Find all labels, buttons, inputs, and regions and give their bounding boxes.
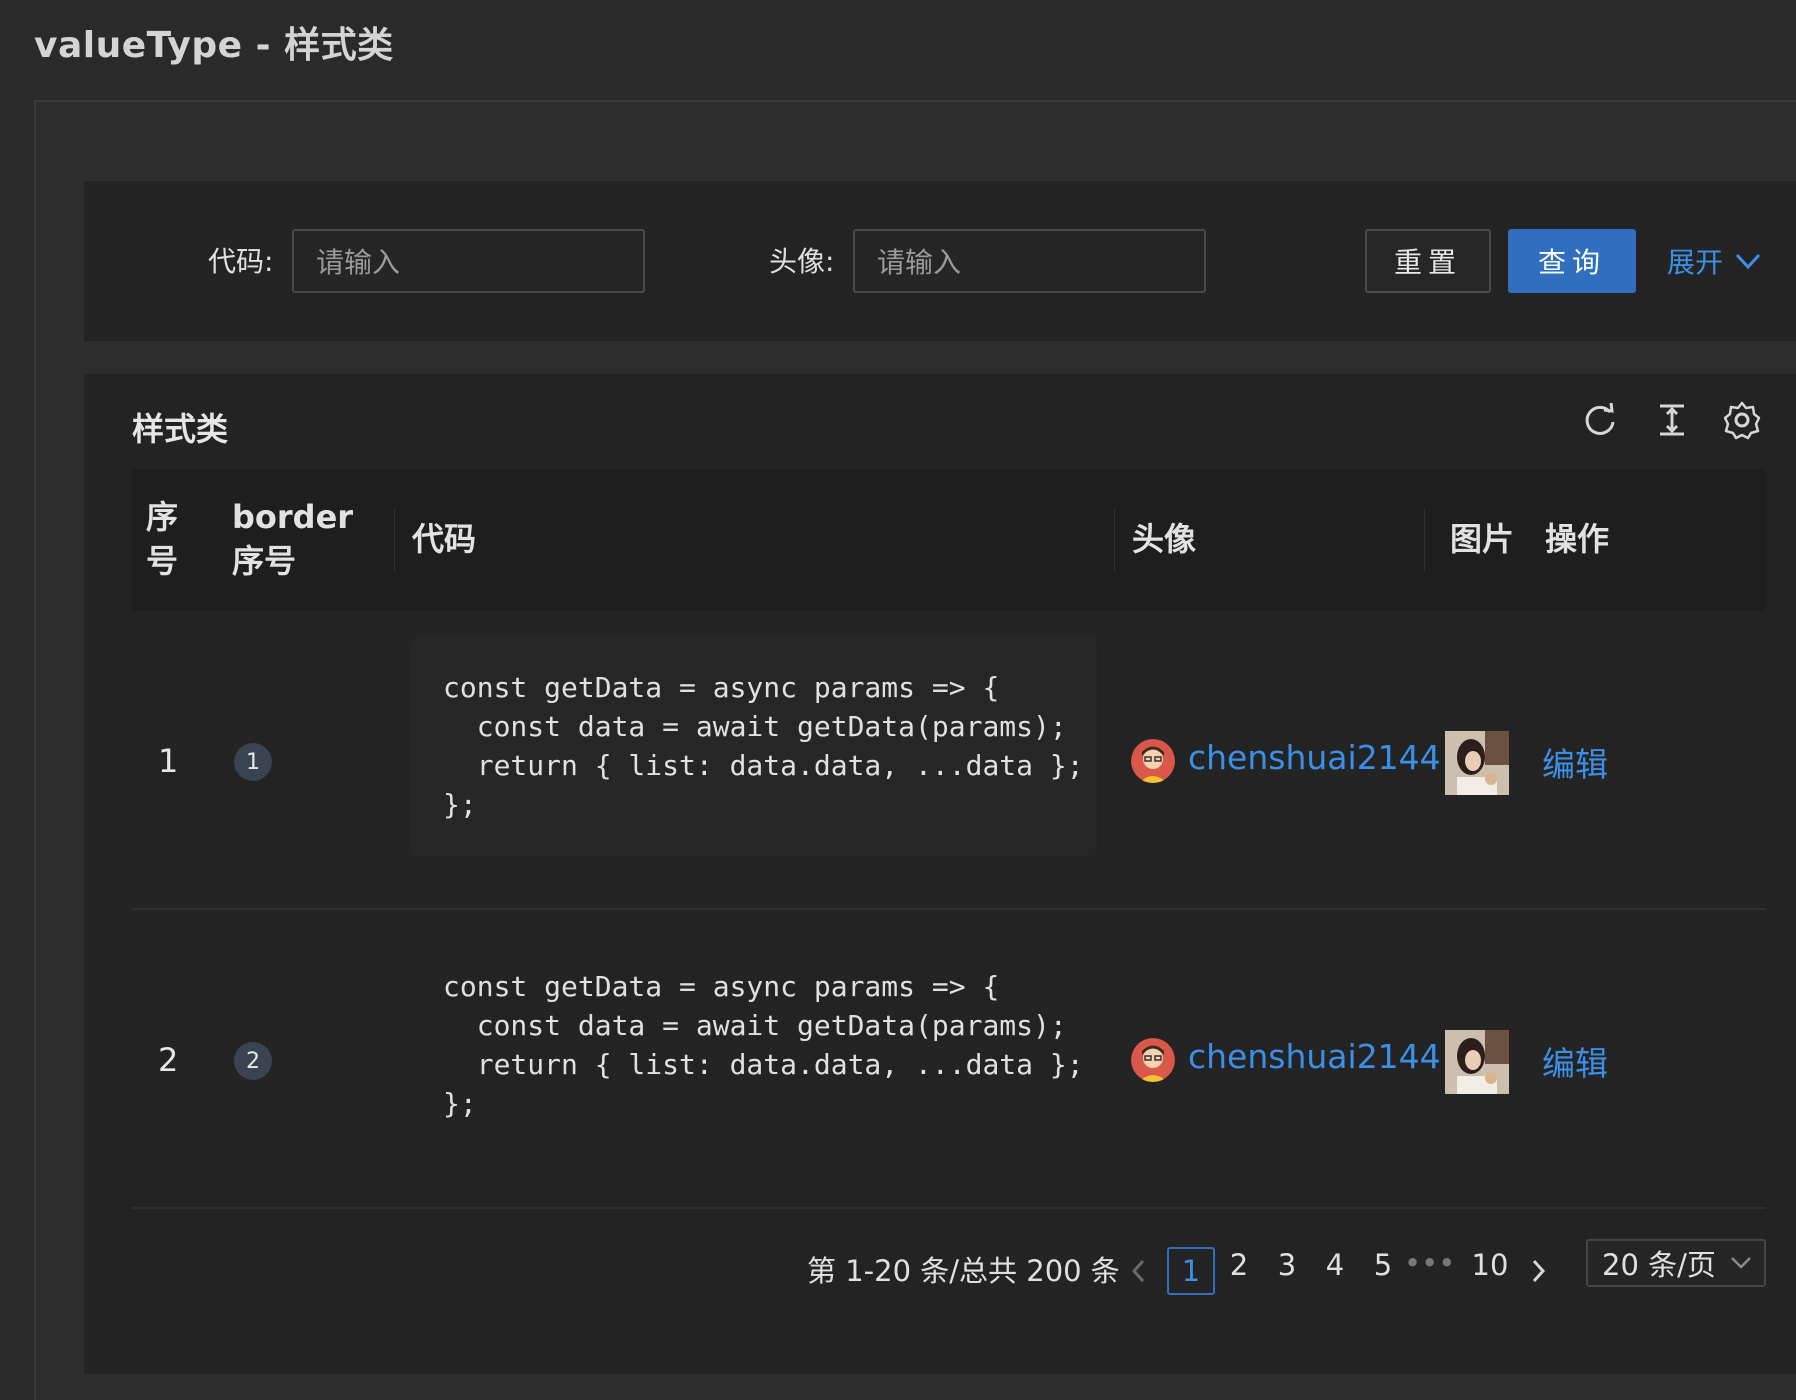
search-panel: 代码: 请输入 头像: 请输入 重置 查询 展开 (84, 181, 1796, 341)
page-5[interactable]: 5 (1368, 1248, 1398, 1282)
table-header: 序号 border 序号 代码 头像 图片 操作 (132, 469, 1766, 611)
col-border-index: border 序号 (232, 498, 354, 580)
header-separator (394, 509, 395, 571)
user-link[interactable]: chenshuai2144 (1188, 1037, 1441, 1076)
code-label: 代码: (208, 245, 274, 278)
table-card: 样式类 序号 border 序号 代码 头像 图片 操作 1 1 const g… (84, 374, 1796, 1374)
user-link[interactable]: chenshuai2144 (1188, 738, 1441, 777)
page-10[interactable]: 10 (1470, 1248, 1510, 1282)
reload-icon[interactable] (1580, 400, 1620, 440)
page-3[interactable]: 3 (1272, 1248, 1302, 1282)
column-height-icon[interactable] (1652, 400, 1692, 440)
picture-thumbnail[interactable] (1445, 731, 1509, 795)
right-icon[interactable] (1528, 1256, 1548, 1286)
page-2[interactable]: 2 (1224, 1248, 1254, 1282)
col-action: 操作 (1545, 520, 1610, 558)
reset-button[interactable]: 重置 (1365, 229, 1491, 293)
col-image: 图片 (1450, 520, 1515, 558)
code-line: return { list: data.data, ...data }; (443, 1048, 1084, 1081)
picture-thumbnail[interactable] (1445, 1030, 1509, 1094)
page-1[interactable]: 1 (1167, 1247, 1215, 1295)
avatar-input[interactable]: 请输入 (853, 229, 1206, 293)
code-line: return { list: data.data, ...data }; (443, 749, 1084, 782)
user-avatar (1131, 1038, 1175, 1082)
card-title: 样式类 (132, 410, 229, 448)
avatar-label: 头像: (769, 245, 835, 278)
row-divider (132, 1207, 1766, 1209)
border-index-badge: 1 (234, 743, 272, 781)
edit-link[interactable]: 编辑 (1542, 738, 1608, 786)
edit-link[interactable]: 编辑 (1542, 1037, 1608, 1085)
code-line: const getData = async params => { (443, 671, 1000, 704)
col-code: 代码 (412, 520, 477, 558)
col-avatar: 头像 (1132, 520, 1197, 558)
code-line: const getData = async params => { (443, 970, 1000, 1003)
table-row: 2 2 const getData = async params => { co… (132, 910, 1766, 1208)
page-size-select[interactable]: 20 条/页 (1586, 1239, 1766, 1287)
expand-link[interactable]: 展开 (1667, 241, 1761, 281)
expand-label: 展开 (1667, 246, 1724, 279)
page-title: valueType - 样式类 (34, 25, 394, 66)
query-button[interactable]: 查询 (1508, 229, 1636, 293)
page-ellipsis[interactable]: ••• (1404, 1246, 1455, 1280)
page-size-value: 20 条/页 (1602, 1248, 1716, 1282)
page-4[interactable]: 4 (1320, 1248, 1350, 1282)
code-block: const getData = async params => { const … (411, 935, 1097, 1155)
code-input[interactable]: 请输入 (292, 229, 645, 293)
chevron-down-icon (1731, 1257, 1751, 1269)
code-line: const data = await getData(params); (443, 710, 1067, 743)
code-line: }; (443, 1087, 477, 1120)
col-index: 序号 (146, 498, 179, 580)
code-line: const data = await getData(params); (443, 1009, 1067, 1042)
table-row: 1 1 const getData = async params => { co… (132, 611, 1766, 909)
row-index: 2 (158, 1041, 179, 1079)
header-separator (1424, 509, 1425, 571)
border-index-badge: 2 (234, 1042, 272, 1080)
setting-icon[interactable] (1722, 400, 1762, 440)
pagination-total: 第 1-20 条/总共 200 条 (807, 1254, 1120, 1288)
user-avatar (1131, 739, 1175, 783)
chevron-down-icon (1735, 253, 1761, 270)
left-icon[interactable] (1129, 1256, 1149, 1286)
row-index: 1 (158, 742, 179, 780)
code-block: const getData = async params => { const … (411, 636, 1097, 856)
code-line: }; (443, 788, 477, 821)
header-separator (1114, 509, 1115, 571)
